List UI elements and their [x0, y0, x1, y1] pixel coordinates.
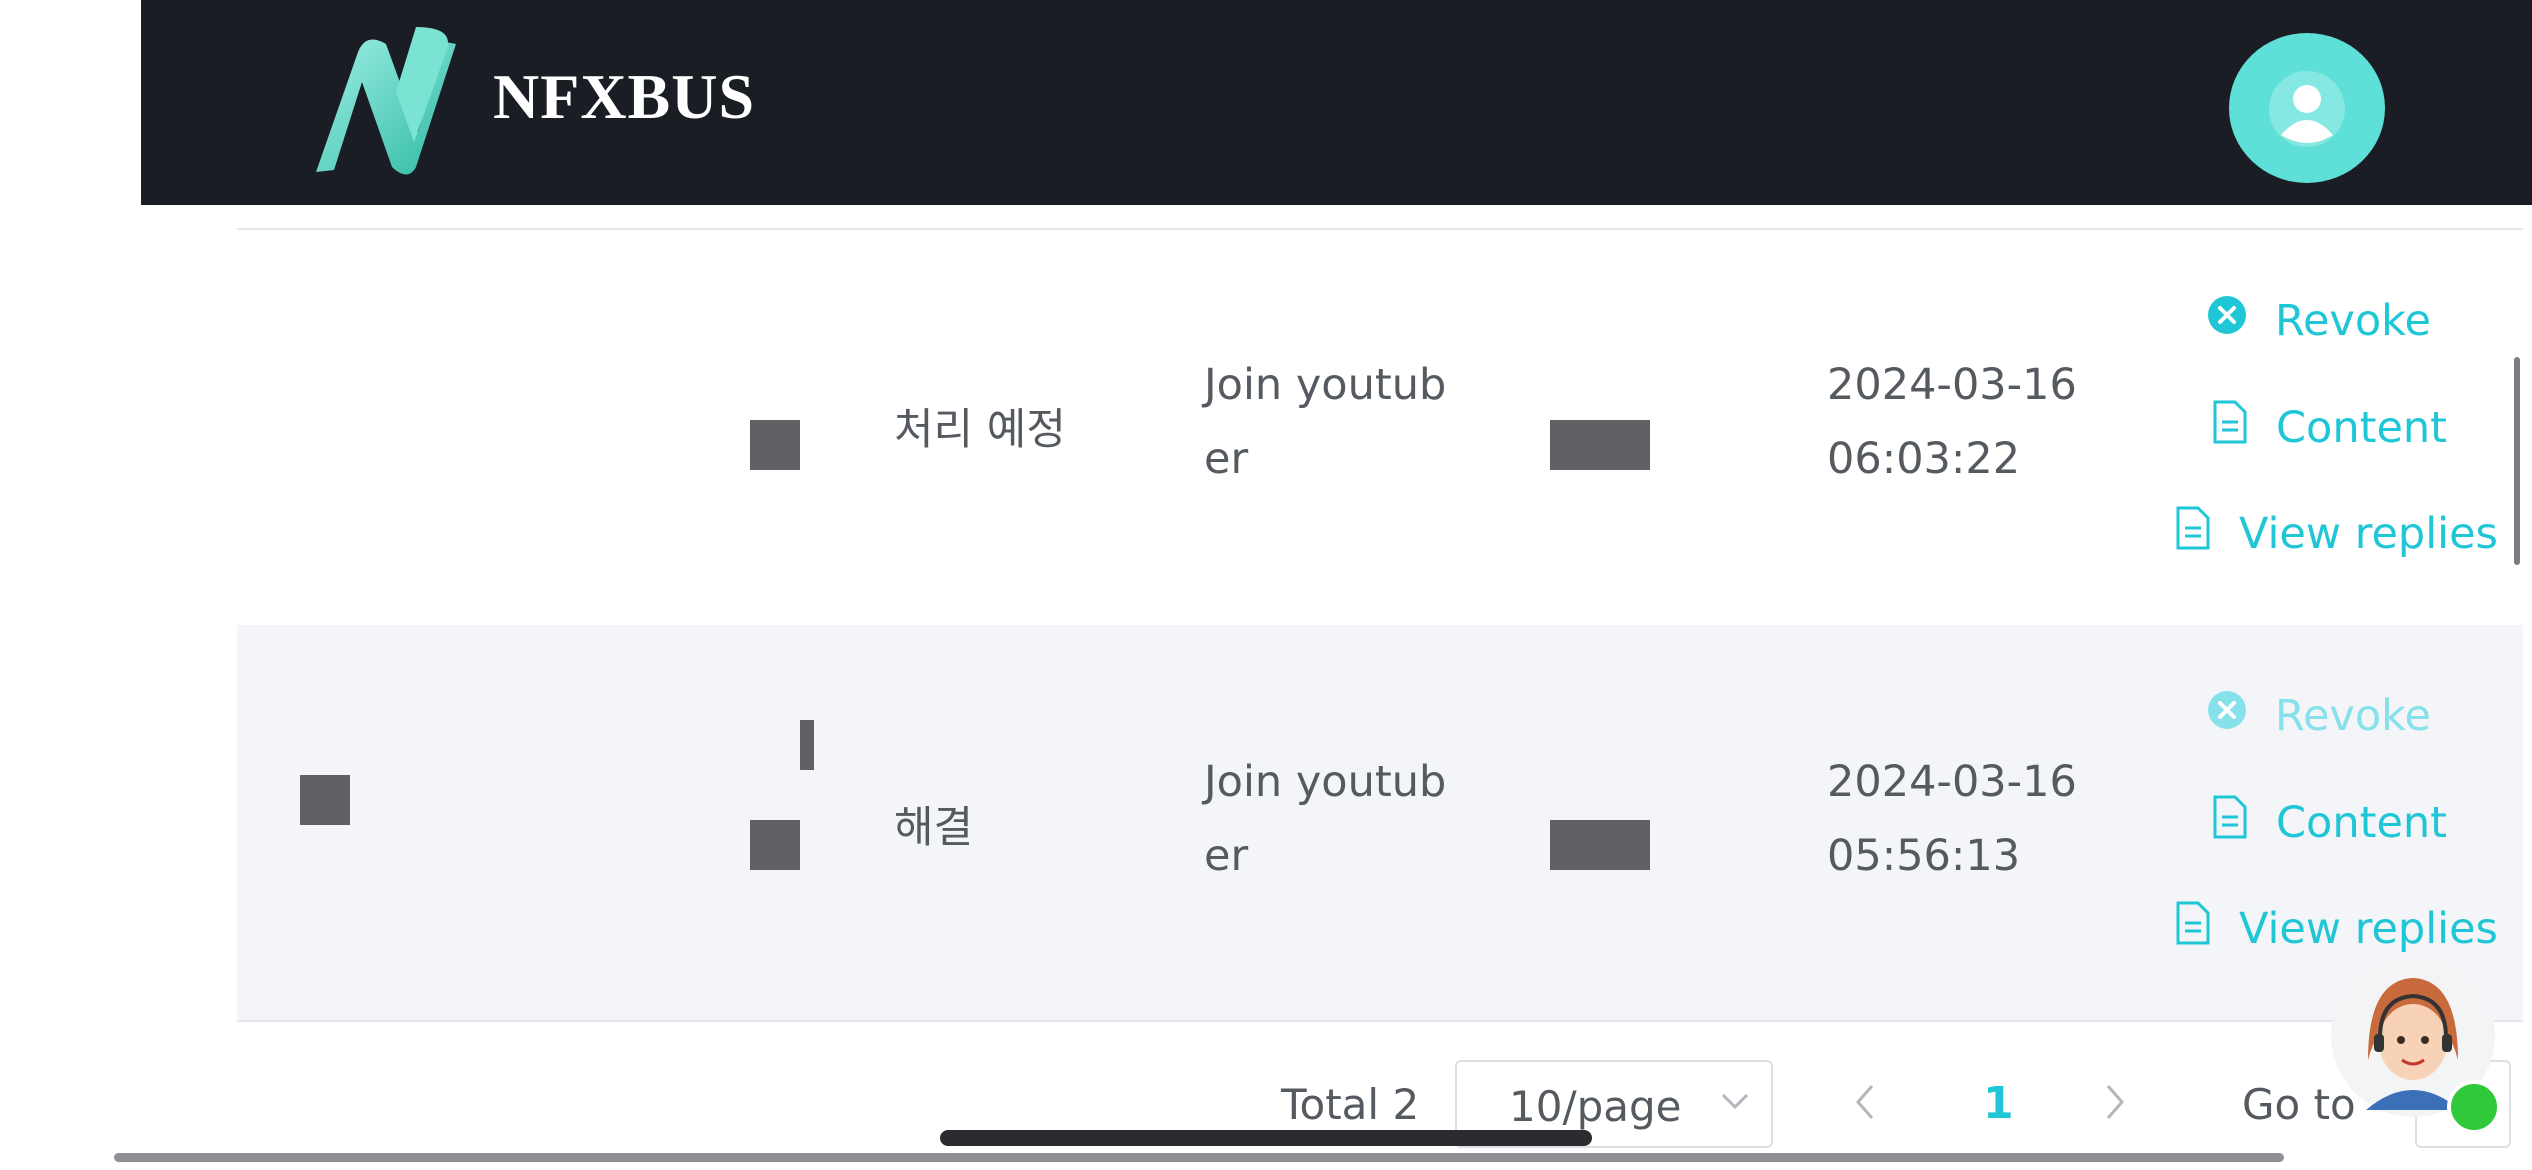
next-page-button[interactable] — [2104, 1082, 2128, 1127]
chevron-left-icon — [1856, 1085, 1874, 1119]
close-circle-icon — [2207, 690, 2247, 741]
close-circle-icon — [2207, 295, 2247, 346]
content-label: Content — [2276, 402, 2448, 453]
content-button[interactable]: Content — [2212, 400, 2447, 455]
redacted-block — [750, 820, 800, 870]
document-icon — [2212, 795, 2248, 850]
redacted-block — [1550, 820, 1650, 870]
horizontal-scrollbar[interactable] — [114, 1153, 2284, 1162]
redacted-block — [800, 720, 814, 770]
home-indicator — [940, 1130, 1592, 1146]
document-icon — [2175, 901, 2211, 956]
document-icon — [2212, 400, 2248, 455]
table-row: 처리 예정 Join youtub er 2024-03-16 06:03:22… — [237, 230, 2523, 627]
revoke-button[interactable]: Revoke — [2207, 295, 2431, 346]
revoke-label: Revoke — [2275, 690, 2431, 741]
document-icon — [2175, 506, 2211, 561]
redacted-block — [750, 420, 800, 470]
view-replies-button[interactable]: View replies — [2175, 901, 2498, 956]
time-text: 06:03:22 — [1827, 434, 2021, 484]
view-replies-label: View replies — [2239, 508, 2498, 559]
brand-name: NFXBUS — [493, 61, 756, 132]
table-row: 해결 Join youtub er 2024-03-16 05:56:13 Re… — [237, 625, 2523, 1022]
title-cell: Join youtub er — [1204, 348, 1446, 496]
content-label: Content — [2276, 797, 2448, 848]
user-avatar-icon — [2269, 71, 2345, 147]
view-replies-button[interactable]: View replies — [2175, 506, 2498, 561]
redacted-block — [300, 775, 350, 825]
datetime-cell: 2024-03-16 06:03:22 — [1827, 348, 2077, 496]
page-number-current[interactable]: 1 — [1983, 1078, 2014, 1129]
status-cell: 처리 예정 — [894, 405, 1066, 455]
chevron-right-icon — [2106, 1085, 2124, 1119]
revoke-button[interactable]: Revoke — [2207, 690, 2431, 741]
time-text: 05:56:13 — [1827, 831, 2021, 881]
title-line: er — [1204, 434, 1249, 484]
date-text: 2024-03-16 — [1827, 360, 2077, 410]
nfxbus-logo-icon[interactable] — [296, 22, 466, 182]
top-navigation-bar: NFXBUS — [141, 0, 2532, 205]
title-cell: Join youtub er — [1204, 745, 1446, 893]
online-status-indicator — [2447, 1080, 2501, 1134]
prev-page-button[interactable] — [1852, 1082, 1876, 1127]
view-replies-label: View replies — [2239, 903, 2498, 954]
content-button[interactable]: Content — [2212, 795, 2447, 850]
title-line: er — [1204, 831, 1249, 881]
title-line: Join youtub — [1204, 360, 1447, 410]
page-size-value: 10/page — [1509, 1082, 1682, 1131]
chevron-down-icon — [1721, 1092, 1749, 1115]
status-cell: 해결 — [894, 803, 974, 853]
tickets-table: 처리 예정 Join youtub er 2024-03-16 06:03:22… — [237, 228, 2523, 1023]
redacted-block — [1550, 420, 1650, 470]
total-count: Total 2 — [1281, 1080, 1420, 1129]
vertical-scrollbar[interactable] — [2514, 357, 2520, 565]
user-avatar-button[interactable] — [2229, 33, 2385, 183]
revoke-label: Revoke — [2275, 295, 2431, 346]
datetime-cell: 2024-03-16 05:56:13 — [1827, 745, 2077, 893]
date-text: 2024-03-16 — [1827, 757, 2077, 807]
title-line: Join youtub — [1204, 757, 1447, 807]
